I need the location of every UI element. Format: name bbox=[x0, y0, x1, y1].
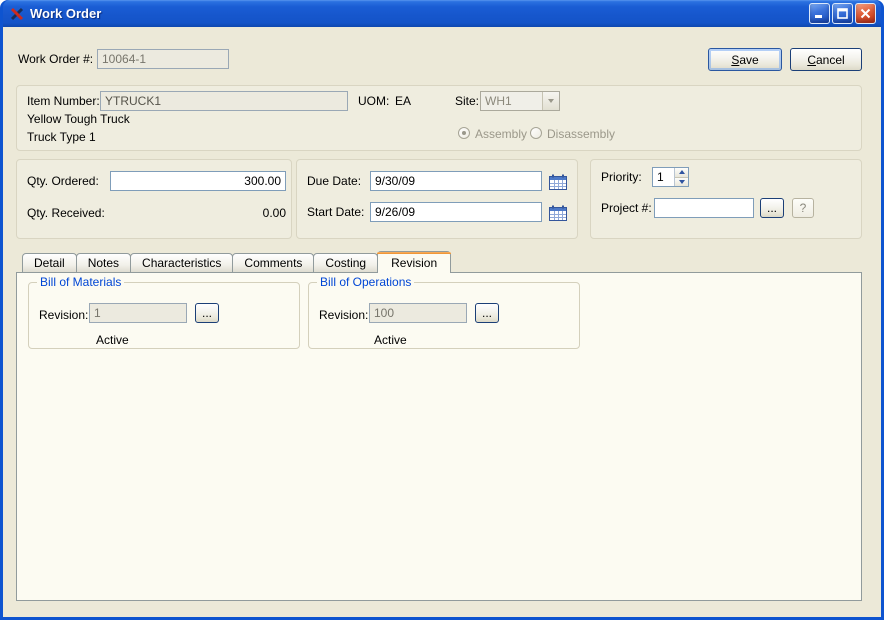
item-number-field: YTRUCK1 bbox=[100, 91, 348, 111]
titlebar: Work Order bbox=[3, 0, 881, 27]
bom-browse-button[interactable]: ... bbox=[195, 303, 219, 323]
qty-received-label: Qty. Received: bbox=[27, 206, 105, 220]
tab-costing[interactable]: Costing bbox=[313, 253, 379, 272]
boo-status: Active bbox=[374, 333, 407, 347]
calendar-icon bbox=[548, 205, 567, 221]
chevron-down-icon bbox=[678, 179, 685, 184]
close-button[interactable] bbox=[855, 3, 876, 24]
due-date-input[interactable] bbox=[370, 171, 542, 191]
project-input[interactable] bbox=[654, 198, 754, 218]
help-button[interactable]: ? bbox=[792, 198, 814, 218]
qty-ordered-input[interactable] bbox=[110, 171, 286, 191]
project-label: Project #: bbox=[601, 201, 652, 215]
boo-revision-label: Revision: bbox=[319, 308, 369, 322]
chevron-down-icon bbox=[548, 99, 554, 103]
priority-spinbox[interactable] bbox=[652, 167, 689, 187]
tab-detail[interactable]: Detail bbox=[22, 253, 77, 272]
spin-buttons bbox=[674, 168, 688, 186]
boo-browse-button[interactable]: ... bbox=[475, 303, 499, 323]
cancel-button[interactable]: Cancel bbox=[790, 48, 862, 71]
assembly-label: Assembly bbox=[475, 127, 528, 141]
close-icon bbox=[860, 8, 871, 19]
work-order-field: 10064-1 bbox=[97, 49, 229, 69]
bill-of-materials-caption: Bill of Materials bbox=[37, 275, 125, 290]
priority-input[interactable] bbox=[653, 168, 674, 186]
item-description-line1: Yellow Tough Truck bbox=[27, 112, 130, 126]
spin-up-button[interactable] bbox=[675, 168, 688, 177]
qty-received-value: 0.00 bbox=[262, 206, 286, 220]
work-order-label: Work Order #: bbox=[18, 52, 94, 66]
dialog-body: Work Order #: 10064-1 Save Cancel Item N… bbox=[3, 27, 881, 617]
bom-status: Active bbox=[96, 333, 129, 347]
bill-of-operations-caption: Bill of Operations bbox=[317, 275, 415, 290]
project-browse-button[interactable]: ... bbox=[760, 198, 784, 218]
site-combo: WH1 bbox=[480, 91, 560, 111]
uom-value: EA bbox=[395, 94, 412, 108]
tab-bar: Detail Notes Characteristics Comments Co… bbox=[22, 251, 452, 273]
priority-label: Priority: bbox=[601, 170, 642, 184]
due-date-calendar-button[interactable] bbox=[547, 172, 569, 192]
save-button[interactable]: Save bbox=[708, 48, 782, 71]
bill-of-materials-group: Bill of Materials Revision: 1 ... Active bbox=[28, 275, 300, 349]
minimize-button[interactable] bbox=[809, 3, 830, 24]
disassembly-radio bbox=[530, 127, 542, 139]
bom-revision-label: Revision: bbox=[39, 308, 89, 322]
minimize-icon bbox=[815, 15, 822, 18]
tab-characteristics[interactable]: Characteristics bbox=[130, 253, 234, 272]
combo-dropdown-button bbox=[542, 92, 559, 110]
work-order-window: Work Order Work Order #: 10064-1 Save Ca… bbox=[0, 0, 884, 620]
boo-revision-field: 100 bbox=[369, 303, 467, 323]
site-combo-value: WH1 bbox=[485, 94, 512, 108]
tab-notes[interactable]: Notes bbox=[75, 253, 132, 272]
uom-label: UOM: bbox=[358, 94, 390, 108]
due-date-label: Due Date: bbox=[307, 174, 362, 188]
item-number-label: Item Number: bbox=[27, 94, 100, 108]
calendar-icon bbox=[548, 174, 567, 190]
window-title: Work Order bbox=[30, 6, 102, 21]
assembly-radio bbox=[458, 127, 470, 139]
chevron-up-icon bbox=[678, 170, 685, 175]
qty-ordered-label: Qty. Ordered: bbox=[27, 174, 99, 188]
start-date-calendar-button[interactable] bbox=[547, 203, 569, 223]
item-description-line2: Truck Type 1 bbox=[27, 130, 96, 144]
spin-down-button[interactable] bbox=[675, 176, 688, 186]
site-label: Site: bbox=[455, 94, 480, 108]
bom-revision-field: 1 bbox=[89, 303, 187, 323]
maximize-button[interactable] bbox=[832, 3, 853, 24]
disassembly-label: Disassembly bbox=[547, 127, 616, 141]
tab-revision[interactable]: Revision bbox=[377, 251, 452, 273]
bill-of-operations-group: Bill of Operations Revision: 100 ... Act… bbox=[308, 275, 580, 349]
start-date-label: Start Date: bbox=[307, 205, 365, 219]
app-icon bbox=[9, 6, 25, 22]
tab-comments[interactable]: Comments bbox=[232, 253, 315, 272]
start-date-input[interactable] bbox=[370, 202, 542, 222]
maximize-icon bbox=[837, 8, 848, 19]
